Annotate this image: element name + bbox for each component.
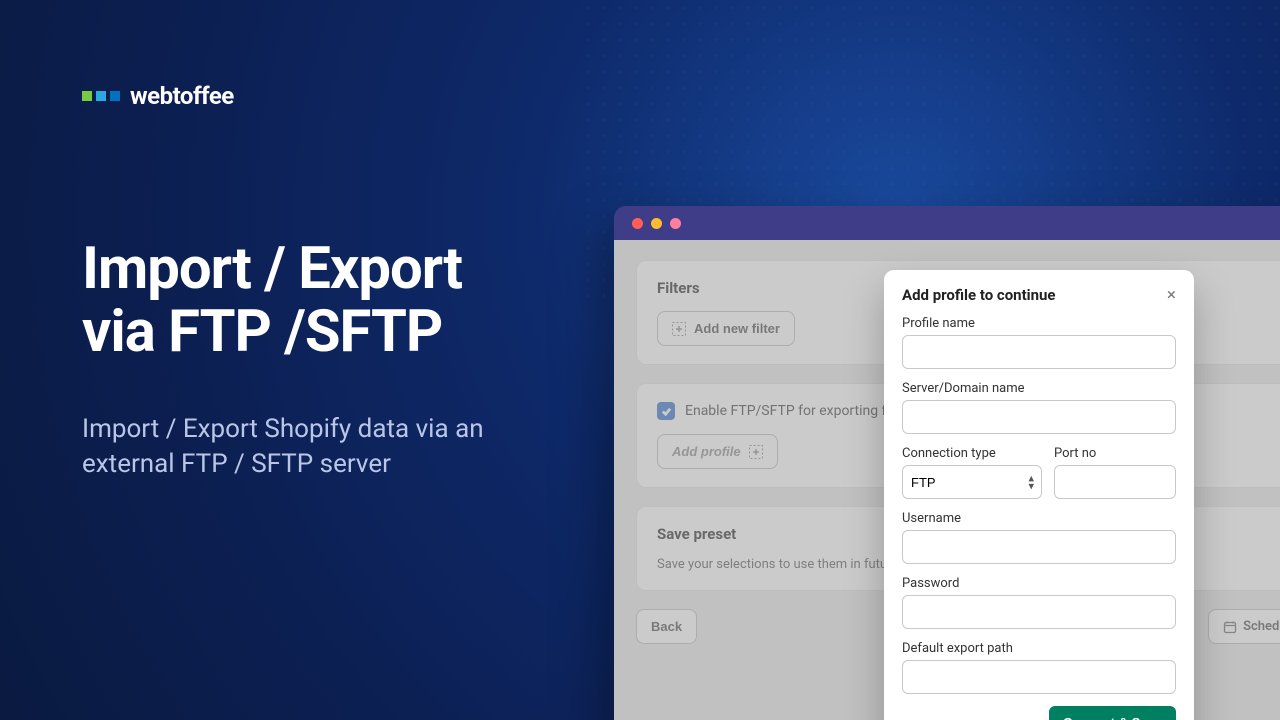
password-field[interactable] <box>902 595 1176 629</box>
logo-text: webtoffee <box>130 82 234 110</box>
logo-mark <box>82 91 120 101</box>
add-profile-modal: Add profile to continue × Profile name S… <box>884 270 1194 720</box>
modal-title: Add profile to continue <box>902 286 1056 304</box>
maximize-dot-icon[interactable] <box>670 218 681 229</box>
profile-name-field[interactable] <box>902 335 1176 369</box>
hero-title-line2: via FTP /SFTP <box>82 298 442 366</box>
connection-type-select[interactable]: FTP <box>902 465 1042 499</box>
port-no-field[interactable] <box>1054 465 1176 499</box>
connection-type-label: Connection type <box>902 446 1042 461</box>
minimize-dot-icon[interactable] <box>651 218 662 229</box>
app-window: Filters Add new filter Enable FTP/SFTP f… <box>614 206 1280 720</box>
connect-save-button[interactable]: Connect & Save <box>1049 706 1176 720</box>
profile-name-label: Profile name <box>902 316 1176 331</box>
hero-title-line1: Import / Export <box>82 235 462 303</box>
password-label: Password <box>902 576 1176 591</box>
server-name-field[interactable] <box>902 400 1176 434</box>
port-no-label: Port no <box>1054 446 1176 461</box>
logo: webtoffee <box>82 82 234 110</box>
connect-save-label: Connect & Save <box>1063 715 1162 720</box>
username-label: Username <box>902 511 1176 526</box>
close-icon[interactable]: × <box>1167 287 1176 304</box>
window-controls <box>614 206 1280 240</box>
username-field[interactable] <box>902 530 1176 564</box>
server-name-label: Server/Domain name <box>902 381 1176 396</box>
close-dot-icon[interactable] <box>632 218 643 229</box>
hero-title: Import / Export via FTP /SFTP <box>82 238 462 363</box>
app-body: Filters Add new filter Enable FTP/SFTP f… <box>614 240 1280 720</box>
export-path-label: Default export path <box>902 641 1176 656</box>
export-path-field[interactable] <box>902 660 1176 694</box>
hero-subtitle: Import / Export Shopify data via an exte… <box>82 412 552 482</box>
